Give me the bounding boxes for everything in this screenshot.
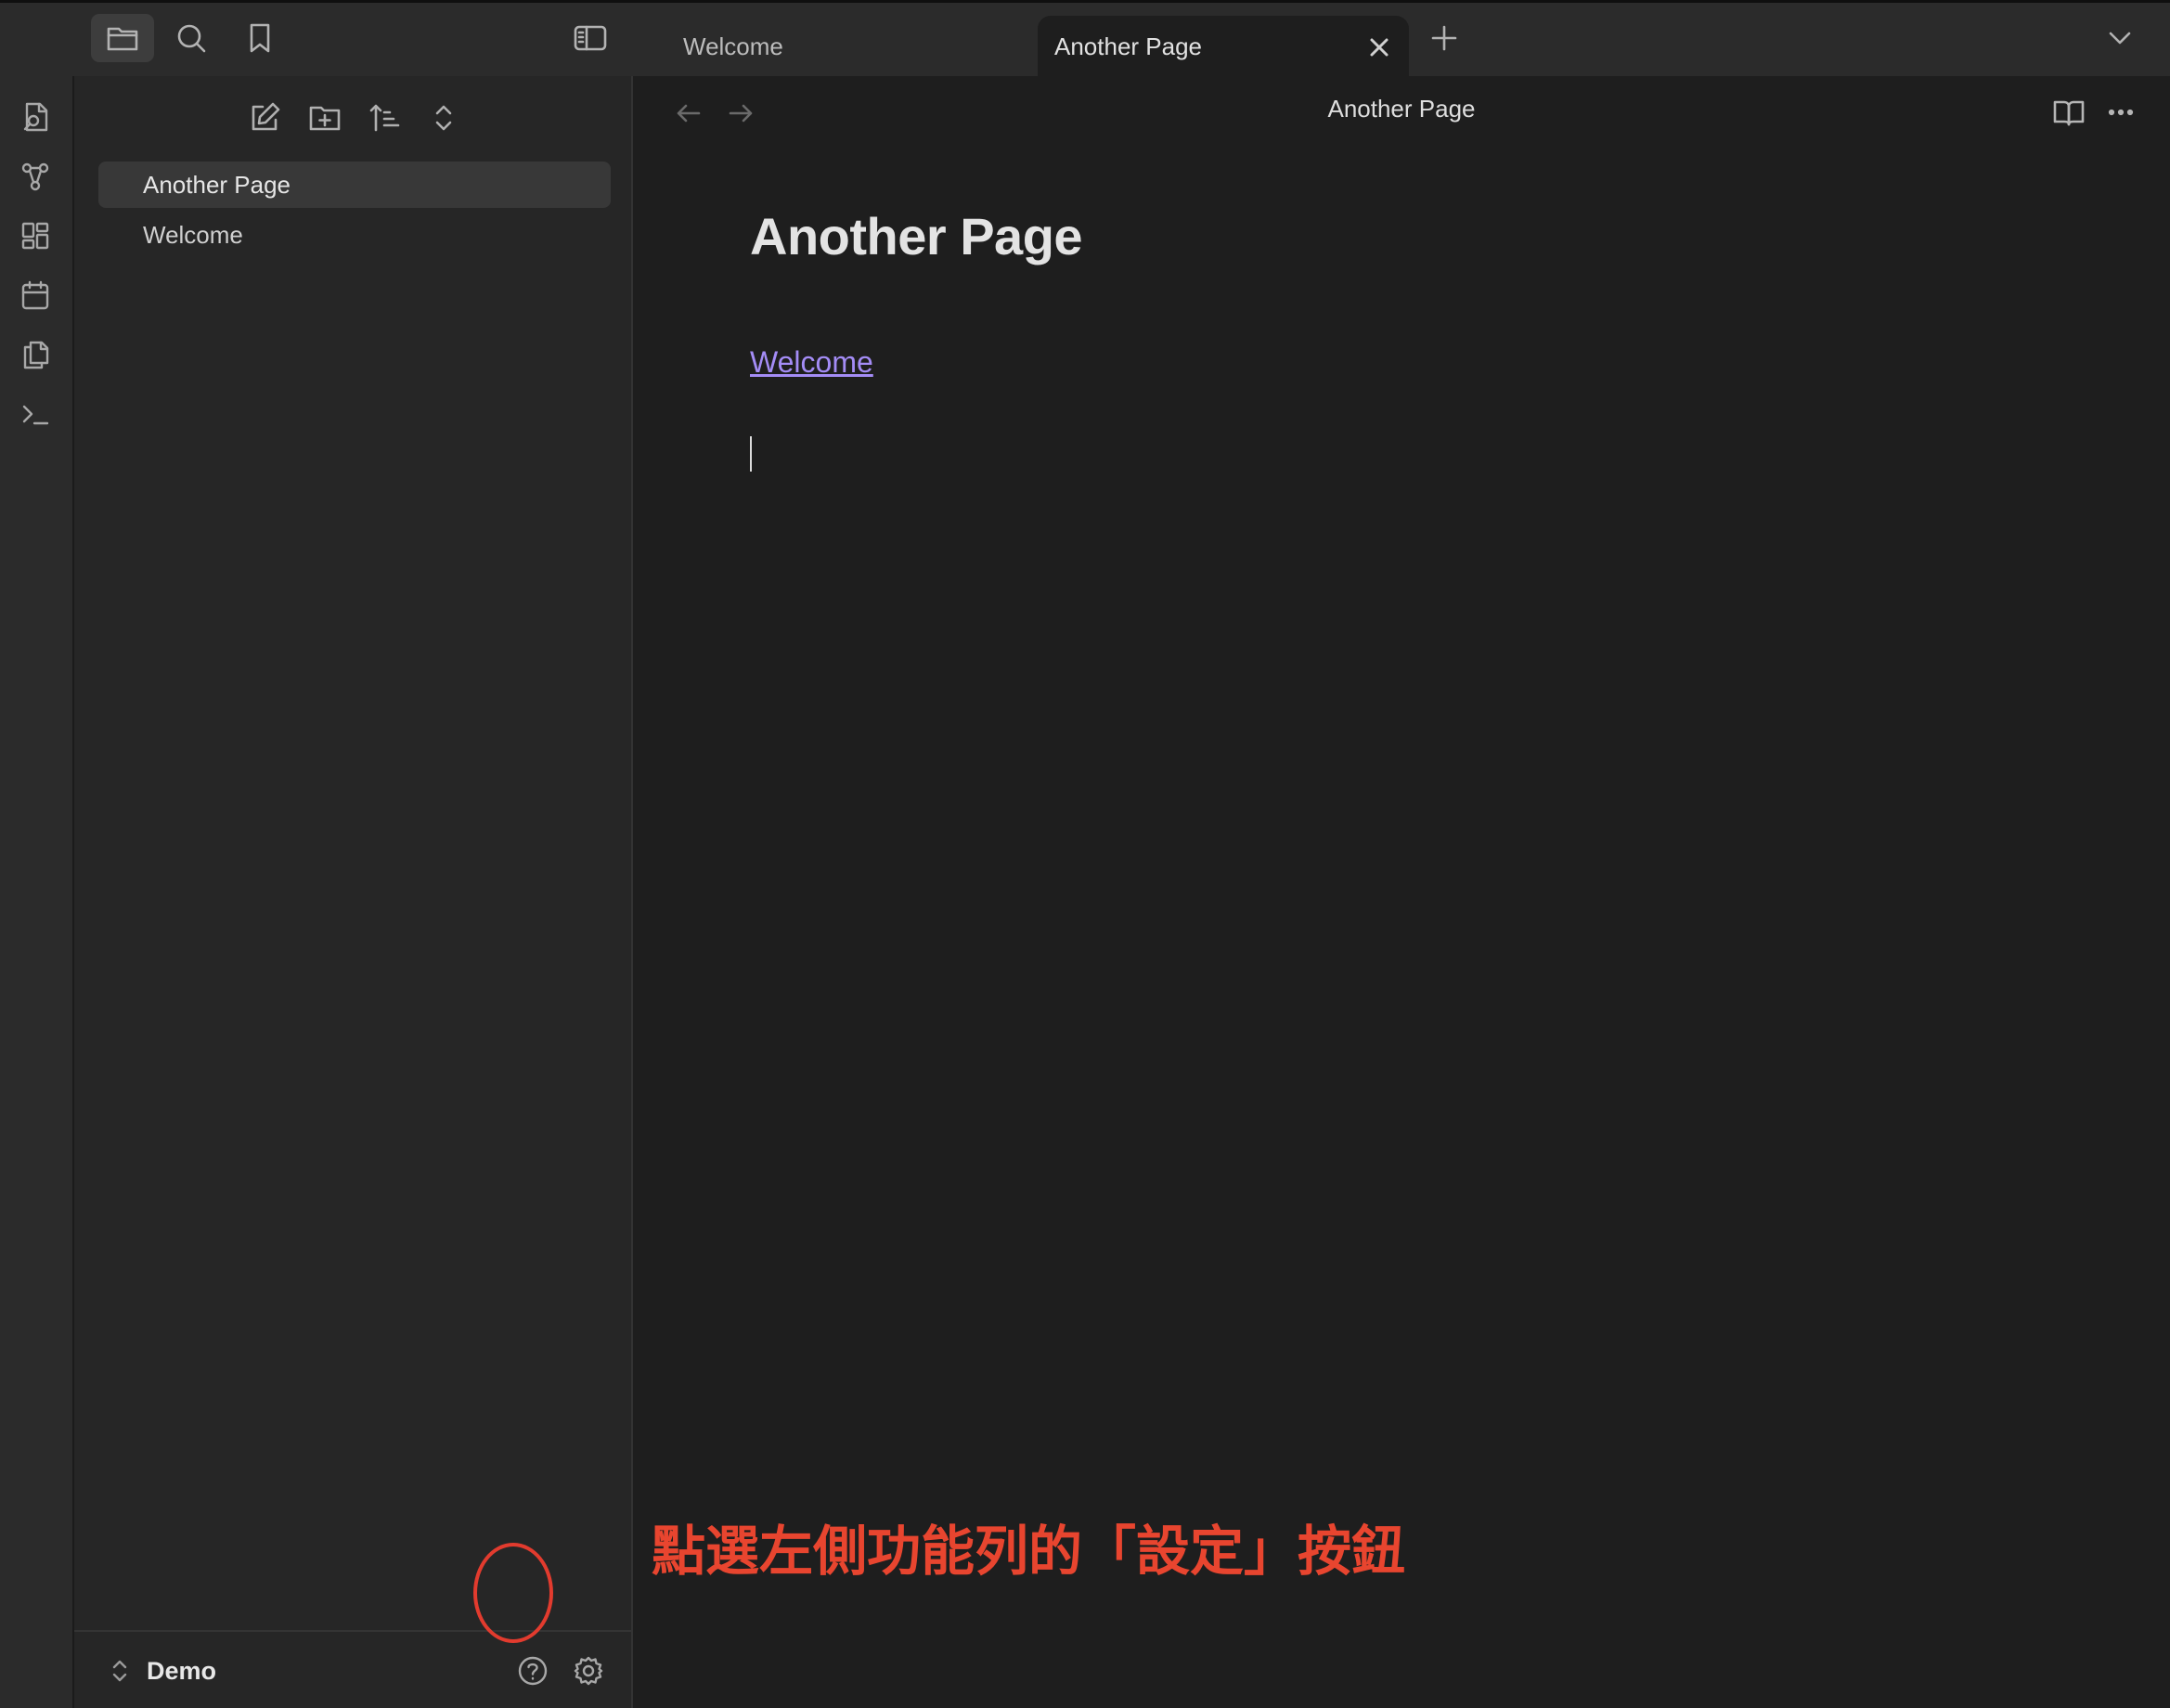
vault-switcher[interactable]: Demo <box>108 1652 216 1689</box>
title-bar: Welcome Another Page <box>0 0 2170 79</box>
collapse-all-button[interactable] <box>420 95 467 141</box>
gear-icon <box>574 1656 603 1686</box>
settings-button[interactable] <box>568 1650 609 1691</box>
sidebar-tab-header <box>0 3 633 76</box>
help-icon <box>518 1656 548 1686</box>
ribbon <box>0 76 74 1708</box>
graph-view-icon <box>21 162 49 191</box>
close-tab-button[interactable] <box>1364 32 1394 62</box>
new-tab-button[interactable] <box>1424 18 1465 58</box>
plus-icon <box>1431 25 1457 51</box>
file-item-welcome[interactable]: Welcome <box>98 212 611 258</box>
tab-label: Another Page <box>1054 32 1203 60</box>
more-options-icon <box>2108 109 2134 116</box>
chevron-down-icon <box>2109 32 2131 45</box>
tab-label: Welcome <box>683 32 783 60</box>
file-item-another-page[interactable]: Another Page <box>98 162 611 208</box>
tab-another-page[interactable]: Another Page <box>1038 16 1409 79</box>
new-folder-button[interactable] <box>302 95 348 141</box>
daily-note-icon <box>21 280 49 310</box>
new-note-button[interactable] <box>241 95 288 141</box>
tab-welcome[interactable]: Welcome <box>666 16 1036 79</box>
bookmarks-view-button[interactable] <box>234 14 286 62</box>
file-item-label: Another Page <box>143 170 291 199</box>
tab-list-button[interactable] <box>2099 18 2140 58</box>
graph-view-button[interactable] <box>13 154 58 199</box>
vault-name: Demo <box>147 1656 217 1685</box>
sort-button[interactable] <box>361 95 407 141</box>
templates-icon <box>23 341 49 369</box>
quick-switcher-icon <box>23 102 48 132</box>
bookmark-icon <box>250 23 270 53</box>
new-note-icon <box>252 102 280 131</box>
obsidian-window: Welcome Another Page Another Page Welcom… <box>0 0 2170 1708</box>
search-icon <box>177 24 206 53</box>
internal-link-welcome[interactable]: Welcome <box>750 345 873 380</box>
folder-icon <box>107 27 138 51</box>
canvas-icon <box>21 222 49 250</box>
instruction-annotation: 點選左側功能列的「設定」按鈕 <box>652 1520 1406 1583</box>
reading-view-icon <box>2053 100 2085 126</box>
daily-note-button[interactable] <box>13 273 58 317</box>
text-cursor[interactable] <box>750 436 752 472</box>
sort-icon <box>369 104 400 132</box>
toggle-left-sidebar-button[interactable] <box>564 14 616 62</box>
quick-switcher-button[interactable] <box>13 95 58 139</box>
command-palette-button[interactable] <box>13 392 58 436</box>
sidebar-footer: Demo <box>74 1630 631 1708</box>
editor-pane: Another Page Another Page Welcome 點選左側功能… <box>633 76 2170 1708</box>
files-view-button[interactable] <box>91 14 154 62</box>
command-palette-icon <box>22 405 49 425</box>
sidebar-toggle-icon <box>574 25 607 51</box>
file-explorer: Another Page Welcome Demo <box>74 76 633 1708</box>
new-folder-icon <box>309 106 341 131</box>
canvas-button[interactable] <box>13 214 58 258</box>
collapse-icon <box>435 105 452 131</box>
file-item-label: Welcome <box>143 220 243 249</box>
note-heading: Another Page <box>750 207 1083 265</box>
reading-view-button[interactable] <box>2047 91 2090 134</box>
close-icon <box>1370 38 1389 57</box>
vault-switch-icon <box>112 1660 127 1682</box>
templates-button[interactable] <box>13 332 58 377</box>
more-options-button[interactable] <box>2099 91 2142 134</box>
view-header-title[interactable]: Another Page <box>633 95 2170 123</box>
search-view-button[interactable] <box>165 14 217 62</box>
help-button[interactable] <box>512 1650 553 1691</box>
